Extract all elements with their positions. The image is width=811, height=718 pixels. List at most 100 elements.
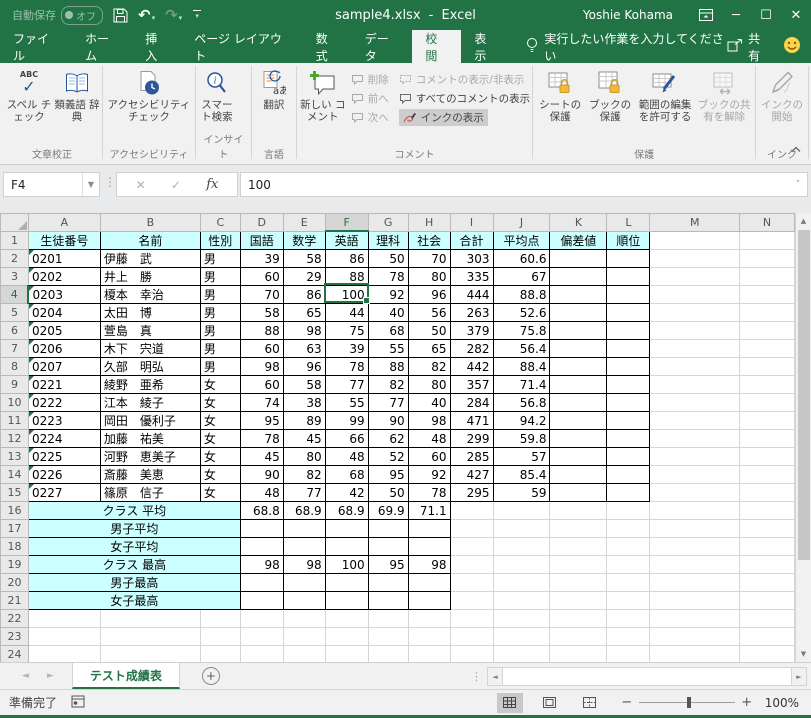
cell[interactable]	[739, 375, 795, 394]
row-header-19[interactable]: 19	[0, 555, 29, 574]
cell[interactable]: 78	[407, 483, 451, 502]
cell[interactable]: 木下 宍道	[99, 339, 201, 358]
cell[interactable]: 0225	[27, 447, 101, 466]
cell[interactable]	[408, 627, 451, 646]
cell[interactable]: 65	[407, 339, 451, 358]
cell[interactable]: 0222	[27, 393, 101, 412]
scroll-right-icon[interactable]: ►	[791, 667, 807, 686]
row-header-23[interactable]: 23	[0, 627, 29, 646]
cell[interactable]	[367, 573, 409, 592]
cell[interactable]	[549, 573, 608, 592]
cell[interactable]: 98	[407, 411, 451, 430]
col-header-J[interactable]: J	[492, 213, 551, 232]
start-inking-button[interactable]: インクの 開始	[758, 66, 806, 123]
cell[interactable]: 471	[449, 411, 494, 430]
row-header-9[interactable]: 9	[0, 375, 29, 394]
cell[interactable]: 58	[282, 249, 326, 268]
cell[interactable]: 性別	[199, 230, 241, 250]
cell[interactable]	[606, 321, 651, 340]
row-header-7[interactable]: 7	[0, 339, 29, 358]
formula-input[interactable]: 100 ˅	[240, 172, 808, 197]
col-header-C[interactable]: C	[199, 213, 241, 232]
cell[interactable]	[240, 645, 284, 662]
cell[interactable]: 75.8	[492, 321, 551, 340]
cell[interactable]	[549, 537, 608, 556]
cell[interactable]: 263	[449, 303, 494, 322]
cell[interactable]: 48	[239, 483, 284, 502]
cell[interactable]: 68	[324, 465, 369, 484]
cell[interactable]	[367, 591, 409, 610]
row-header-22[interactable]: 22	[0, 609, 29, 628]
previous-sheet-icon[interactable]: ◄	[22, 671, 29, 681]
cell[interactable]: 英語	[324, 230, 369, 250]
cell[interactable]	[368, 627, 409, 646]
cell[interactable]: 岡田 優利子	[99, 411, 201, 430]
cell[interactable]	[450, 591, 494, 610]
cell[interactable]	[739, 447, 795, 466]
cell[interactable]: 98	[282, 555, 326, 574]
show-ink-button[interactable]: インクの表示	[398, 109, 488, 126]
cell[interactable]	[649, 447, 741, 466]
cell[interactable]: 68.9	[282, 501, 326, 520]
new-comment-button[interactable]: 新しい コメント	[299, 66, 347, 123]
cell[interactable]: 0221	[27, 375, 101, 394]
cell[interactable]	[549, 321, 608, 340]
cell[interactable]: 48	[324, 447, 369, 466]
cell[interactable]	[739, 555, 795, 574]
cell[interactable]: 68	[367, 321, 409, 340]
cell[interactable]: 偏差値	[549, 230, 608, 250]
cell[interactable]	[649, 285, 741, 304]
cell[interactable]: 77	[367, 393, 409, 412]
cell[interactable]	[649, 411, 741, 430]
cell[interactable]: 80	[407, 267, 451, 286]
cell[interactable]: 女	[199, 447, 241, 466]
cell[interactable]: 100	[324, 555, 369, 574]
tab-view[interactable]: 表示	[461, 30, 510, 63]
undo-dropdown-icon[interactable]: ▾	[152, 14, 156, 22]
cell[interactable]: 71.1	[407, 501, 451, 520]
row-header-8[interactable]: 8	[0, 357, 29, 376]
row-header-24[interactable]: 24	[0, 645, 29, 662]
cell[interactable]: 98	[239, 555, 284, 574]
row-header-2[interactable]: 2	[0, 249, 29, 268]
cell[interactable]: 282	[449, 339, 494, 358]
cell[interactable]: 39	[324, 339, 369, 358]
cell[interactable]	[368, 645, 409, 662]
collapse-ribbon-icon[interactable]	[791, 142, 801, 156]
cell[interactable]: 92	[407, 465, 451, 484]
cell[interactable]: 67	[492, 267, 551, 286]
cell[interactable]: 40	[367, 303, 409, 322]
cell[interactable]	[100, 645, 201, 662]
cell[interactable]: 80	[282, 447, 326, 466]
new-sheet-button[interactable]: +	[201, 663, 220, 689]
zoom-in-button[interactable]: +	[739, 695, 755, 710]
cell[interactable]	[450, 609, 494, 628]
cell[interactable]: 60	[239, 375, 284, 394]
cell[interactable]	[606, 465, 651, 484]
scroll-up-icon[interactable]: ▲	[796, 213, 811, 229]
cell[interactable]	[493, 645, 551, 662]
cell[interactable]	[606, 357, 651, 376]
cell[interactable]: 男	[199, 303, 241, 322]
cell[interactable]	[649, 573, 741, 592]
row-header-14[interactable]: 14	[0, 465, 29, 484]
col-header-L[interactable]: L	[606, 213, 651, 232]
cell[interactable]: 59	[492, 483, 551, 502]
row-header-12[interactable]: 12	[0, 429, 29, 448]
cell[interactable]	[282, 573, 326, 592]
cell[interactable]	[606, 627, 651, 646]
delete-comment-button[interactable]: 削除	[351, 72, 399, 87]
cell[interactable]	[649, 501, 741, 520]
tab-review[interactable]: 校閲	[412, 30, 462, 63]
cell[interactable]: 加藤 祐美	[99, 429, 201, 448]
col-header-H[interactable]: H	[407, 213, 451, 232]
cell[interactable]: 0203	[27, 285, 101, 304]
cell[interactable]: 66	[324, 429, 369, 448]
cell[interactable]: 0205	[27, 321, 101, 340]
cell[interactable]: 井上 勝	[99, 267, 201, 286]
cell[interactable]: 86	[324, 249, 369, 268]
cell[interactable]: クラス 平均	[27, 501, 241, 520]
cell[interactable]: 50	[367, 249, 409, 268]
cell[interactable]: 88	[324, 267, 369, 286]
cell[interactable]: 40	[407, 393, 451, 412]
